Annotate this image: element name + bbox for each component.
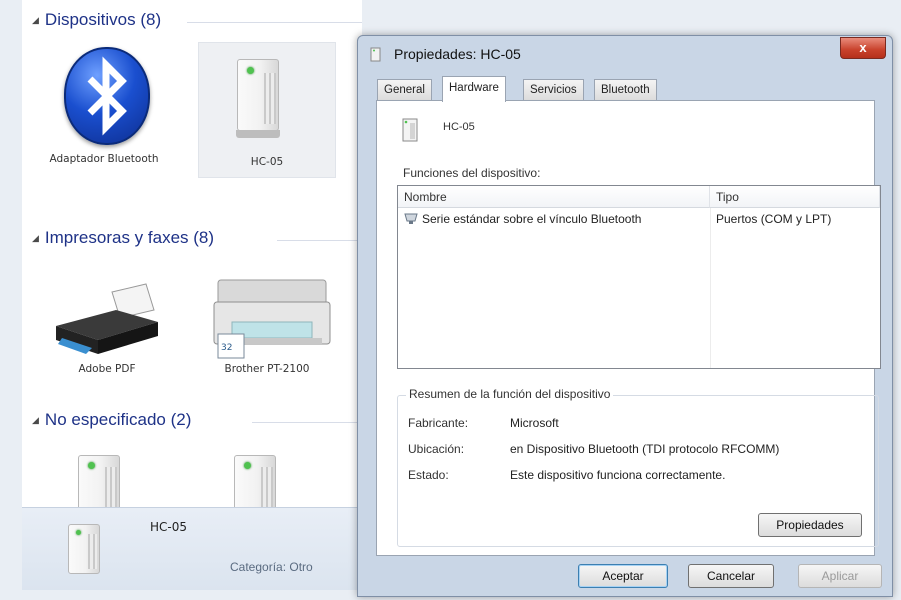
status-value: Este dispositivo funciona correctamente. [510,468,726,482]
device-icon [402,118,418,142]
status-key: Estado: [408,468,449,482]
printer-label-adobe-pdf: Adobe PDF [78,363,136,375]
device-icon [370,47,381,62]
printer-fax-icon: 32 [213,279,331,359]
section-divider [252,422,362,423]
function-summary-group: Resumen de la función del dispositivo Fa… [397,387,879,547]
devices-printers-window: ◢ Dispositivos (8) Adaptador Bluetooth H… [22,0,362,590]
hardware-tab-page: HC-05 Funciones del dispositivo: Nombre … [376,100,881,556]
device-tower-icon [236,59,280,138]
close-button[interactable]: x [840,37,886,59]
tab-bluetooth[interactable]: Bluetooth [594,79,657,100]
details-category: Categoría: Otro [230,560,313,574]
location-value: en Dispositivo Bluetooth (TDI protocolo … [510,442,780,456]
collapse-triangle-icon[interactable]: ◢ [32,233,39,244]
device-tile-bluetooth-adapter[interactable]: Adaptador Bluetooth [34,40,174,180]
bluetooth-icon [64,47,150,145]
ok-button[interactable]: Aceptar [578,564,668,588]
details-device-name: HC-05 [150,520,188,534]
device-tile-hc05[interactable]: HC-05 [198,42,336,178]
printer-tile-brother[interactable]: 32 Brother PT-2100 [192,270,342,380]
collapse-triangle-icon[interactable]: ◢ [32,415,39,426]
section-divider [277,240,362,241]
printer-tile-adobe-pdf[interactable]: Adobe PDF [32,270,182,380]
device-label-bluetooth-adapter: Adaptador Bluetooth [49,153,159,165]
printer-icon [56,283,158,354]
device-label-hc05: HC-05 [250,156,284,168]
tab-servicios[interactable]: Servicios [523,79,584,100]
tab-hardware[interactable]: Hardware [442,76,506,102]
location-key: Ubicación: [408,442,465,456]
printer-label-brother: Brother PT-2100 [224,363,310,375]
properties-dialog: Propiedades: HC-05 x General Hardware Se… [357,35,893,597]
section-divider [187,22,362,23]
manufacturer-key: Fabricante: [408,416,469,430]
dialog-title: Propiedades: HC-05 [394,46,521,62]
section-header-devices[interactable]: ◢ Dispositivos (8) [32,10,161,30]
device-name-label: HC-05 [443,121,475,133]
details-pane: HC-05 Categoría: Otro [22,507,362,590]
tab-general[interactable]: General [377,79,432,100]
functions-label: Funciones del dispositivo: [403,166,541,180]
collapse-triangle-icon[interactable]: ◢ [32,15,39,26]
device-tower-icon [68,524,100,574]
row-type: Puertos (COM y LPT) [716,212,832,226]
section-header-unspecified[interactable]: ◢ No especificado (2) [32,410,191,430]
column-separator [710,208,711,368]
cancel-button[interactable]: Cancelar [688,564,774,588]
column-header-nombre[interactable]: Nombre [398,186,710,208]
summary-legend: Resumen de la función del dispositivo [406,387,614,401]
serial-port-icon [404,213,418,224]
functions-list[interactable]: Nombre Tipo Serie estándar sobre el vínc… [397,185,881,369]
manufacturer-value: Microsoft [510,416,559,430]
section-header-printers[interactable]: ◢ Impresoras y faxes (8) [32,228,214,248]
section-title-devices: Dispositivos (8) [44,10,162,29]
section-title-printers: Impresoras y faxes (8) [44,228,215,247]
apply-button[interactable]: Aplicar [798,564,882,588]
column-header-tipo[interactable]: Tipo [710,186,880,208]
svg-text:32: 32 [221,343,232,353]
properties-button[interactable]: Propiedades [758,513,862,537]
row-name: Serie estándar sobre el vínculo Bluetoot… [422,212,642,226]
section-title-unspecified: No especificado (2) [44,410,192,429]
